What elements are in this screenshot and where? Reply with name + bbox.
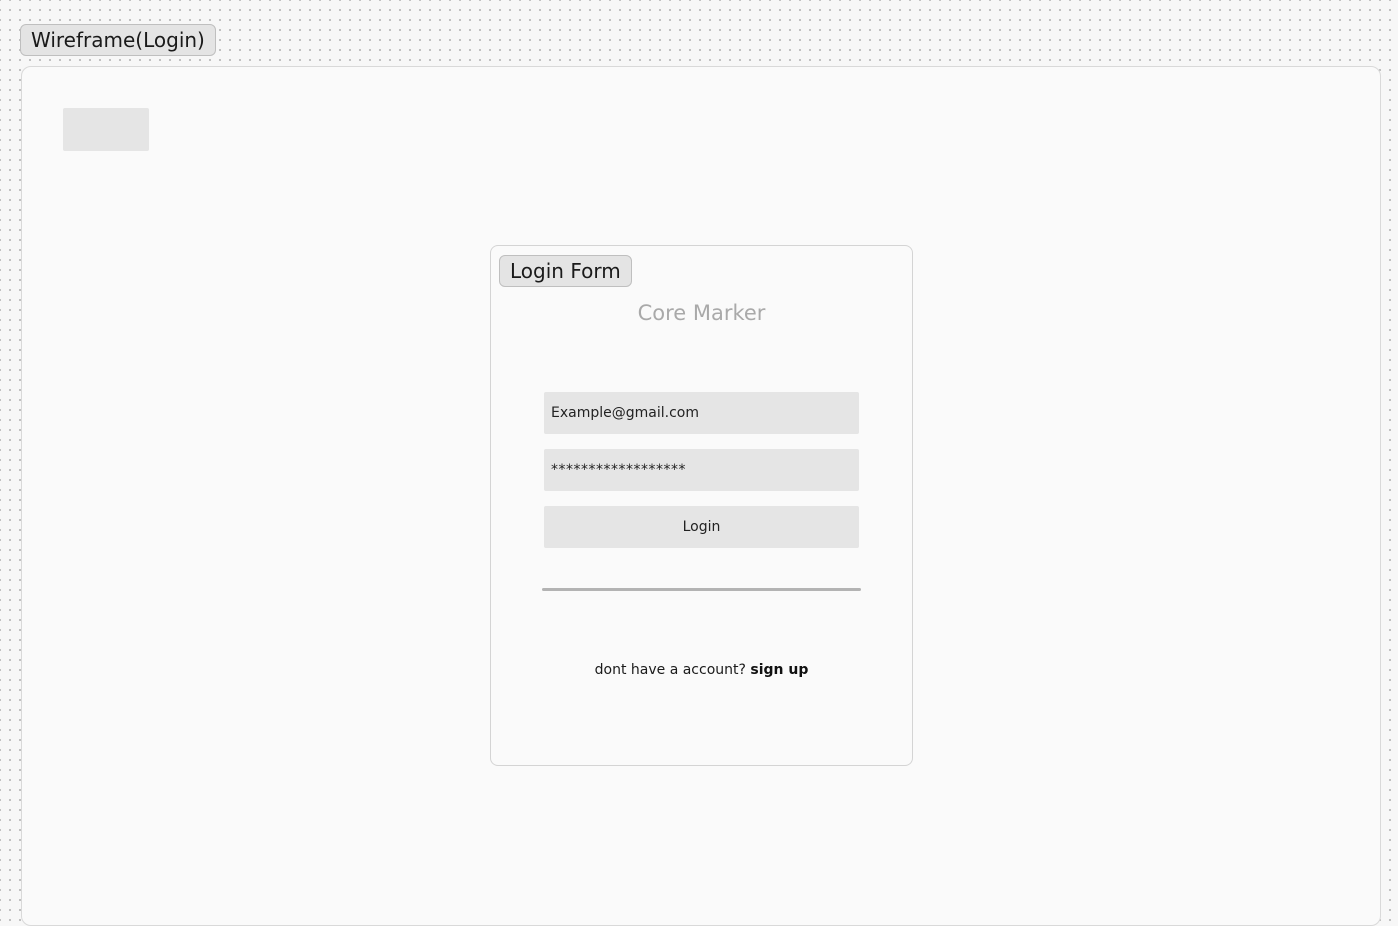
wireframe-frame: Login Form Core Marker Example@gmail.com…: [21, 66, 1381, 926]
brand-title: Core Marker: [637, 301, 766, 325]
frame-label: Wireframe(Login): [20, 24, 216, 56]
login-form-label: Login Form: [499, 255, 632, 287]
password-field[interactable]: ******************: [544, 449, 859, 491]
email-field[interactable]: Example@gmail.com: [544, 392, 859, 434]
signup-prompt: dont have a account?: [594, 662, 746, 678]
login-form-card: Login Form Core Marker Example@gmail.com…: [490, 245, 913, 766]
divider: [542, 588, 861, 591]
signup-row: dont have a account? sign up: [491, 662, 912, 678]
login-button[interactable]: Login: [544, 506, 859, 548]
logo-placeholder: [63, 108, 149, 151]
signup-link[interactable]: sign up: [750, 662, 808, 678]
